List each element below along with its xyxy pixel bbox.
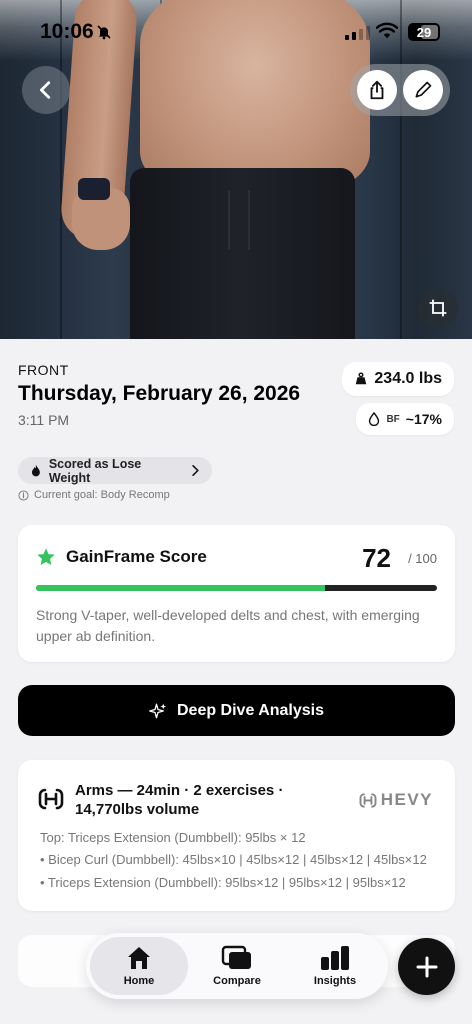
battery-icon: 29 bbox=[408, 23, 440, 41]
compare-icon bbox=[221, 945, 251, 969]
bf-label: BF bbox=[386, 413, 400, 425]
score-title: GainFrame Score bbox=[66, 547, 207, 566]
flame-icon bbox=[31, 464, 40, 476]
score-header: GainFrame Score bbox=[36, 547, 207, 567]
tab-home[interactable]: Home bbox=[90, 937, 188, 995]
crop-icon bbox=[429, 299, 447, 317]
pencil-icon bbox=[415, 81, 432, 98]
weight-chip[interactable]: 234.0 lbs bbox=[342, 362, 454, 396]
bell-slash-icon bbox=[97, 25, 111, 40]
chevron-left-icon bbox=[40, 81, 51, 99]
deep-dive-analysis-button[interactable]: Deep Dive Analysis bbox=[18, 685, 455, 736]
photo-actions bbox=[350, 64, 450, 116]
wifi-icon bbox=[376, 22, 398, 39]
entry-time: 3:11 PM bbox=[18, 412, 70, 428]
tab-insights[interactable]: Insights bbox=[286, 937, 384, 995]
back-button[interactable] bbox=[22, 66, 70, 114]
hevy-mark-icon bbox=[359, 792, 377, 808]
crop-button[interactable] bbox=[418, 288, 458, 328]
workout-exercise-line: • Triceps Extension (Dumbbell): 95lbs×12… bbox=[40, 875, 406, 890]
workout-top-set: Top: Triceps Extension (Dumbbell): 95lbs… bbox=[40, 830, 306, 845]
battery-level: 29 bbox=[416, 24, 432, 40]
share-icon bbox=[370, 80, 384, 100]
add-entry-button[interactable] bbox=[398, 938, 455, 995]
score-value: 72 bbox=[362, 543, 391, 573]
drop-icon bbox=[369, 412, 380, 426]
hevy-brand: HEVY bbox=[359, 790, 433, 810]
share-button[interactable] bbox=[357, 70, 397, 110]
gainframe-score-card[interactable]: GainFrame Score 72 / 100 Strong V-taper,… bbox=[18, 525, 455, 662]
tab-home-label: Home bbox=[123, 975, 155, 987]
weight-value: 234.0 lbs bbox=[374, 370, 442, 387]
star-icon bbox=[37, 548, 55, 566]
bf-value: ~17% bbox=[405, 411, 442, 427]
current-goal-text: Current goal: Body Recomp bbox=[34, 489, 170, 501]
edit-button[interactable] bbox=[403, 70, 443, 110]
sparkles-icon bbox=[149, 703, 167, 718]
info-icon bbox=[18, 489, 29, 501]
workout-exercise-line: • Bicep Curl (Dumbbell): 45lbs×10 | 45lb… bbox=[40, 852, 427, 867]
hevy-logo-icon bbox=[38, 788, 64, 810]
score-summary: Strong V-taper, well-developed delts and… bbox=[36, 607, 420, 644]
home-icon bbox=[128, 947, 150, 969]
goal-pill-label: Scored as Lose Weight bbox=[48, 456, 142, 485]
photo-watch bbox=[78, 178, 110, 200]
current-goal-note: Current goal: Body Recomp bbox=[18, 489, 170, 501]
body-fat-chip[interactable]: BF ~17% bbox=[356, 403, 454, 435]
tab-compare-label: Compare bbox=[213, 975, 261, 987]
workout-card[interactable]: Arms — 24min · 2 exercises · 14,770lbs v… bbox=[18, 760, 455, 911]
weight-icon bbox=[356, 372, 367, 385]
score-progress-bar bbox=[36, 585, 437, 591]
tab-compare[interactable]: Compare bbox=[188, 937, 286, 995]
tab-insights-label: Insights bbox=[313, 975, 357, 987]
photo-view-label: FRONT bbox=[18, 362, 69, 378]
chevron-right-icon bbox=[192, 465, 200, 476]
score-progress-fill bbox=[36, 585, 325, 591]
status-bar: 10:06 29 bbox=[0, 0, 472, 60]
score-max: / 100 bbox=[408, 551, 437, 566]
entry-date: Thursday, February 26, 2026 bbox=[18, 382, 301, 405]
cellular-signal-icon bbox=[345, 24, 370, 40]
hevy-label: HEVY bbox=[380, 790, 433, 809]
scored-goal-pill[interactable]: Scored as Lose Weight bbox=[18, 456, 212, 485]
workout-title: Arms — 24min · 2 exercises · 14,770lbs v… bbox=[75, 782, 284, 818]
tab-bar: Home Compare Insights bbox=[86, 933, 388, 999]
plus-icon bbox=[416, 956, 437, 977]
status-time: 10:06 bbox=[40, 20, 94, 43]
insights-icon bbox=[321, 946, 349, 970]
deep-dive-label: Deep Dive Analysis bbox=[176, 701, 325, 719]
